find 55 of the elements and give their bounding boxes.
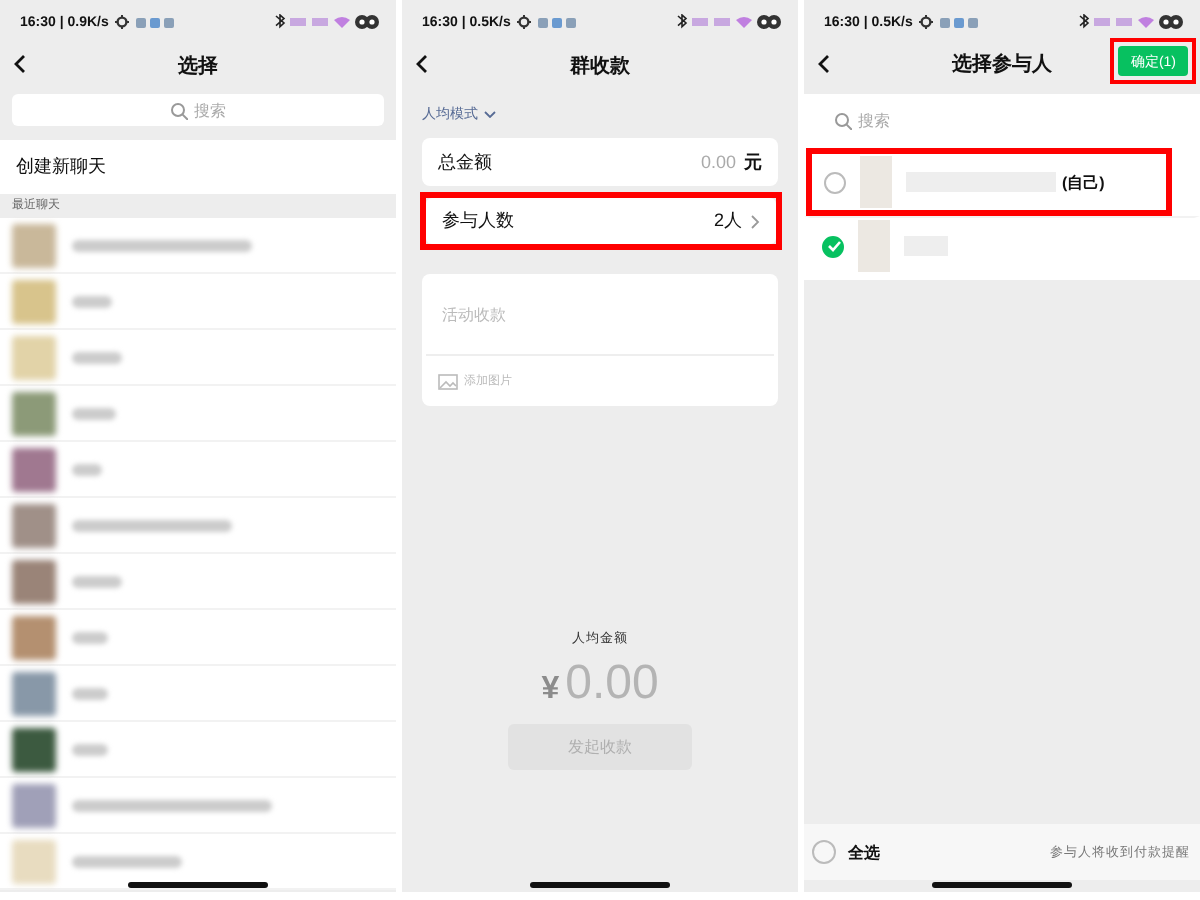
notification-icons-drawing — [940, 15, 979, 29]
blurred-name — [72, 407, 116, 419]
page-title: 选择参与人 — [952, 51, 1052, 78]
avatar-placeholder — [860, 156, 892, 208]
blurred-name — [72, 855, 182, 867]
blurred-name — [72, 575, 122, 587]
chat-item[interactable] — [0, 722, 396, 778]
note-field[interactable]: 活动收款 — [426, 274, 774, 356]
home-indicator — [530, 882, 670, 888]
highlighted-participant-row[interactable]: (自己) — [806, 148, 1172, 216]
chevron-icon — [750, 213, 760, 229]
gear-icon — [516, 14, 533, 30]
radio-button[interactable] — [824, 171, 846, 193]
search-icon — [834, 112, 852, 130]
unit-label: 元 — [744, 149, 762, 175]
new-chat-item[interactable]: 创建新聊天 — [0, 140, 396, 194]
blurred-name — [72, 351, 122, 363]
self-tag: (自己) — [1062, 171, 1105, 193]
status-icons-drawing — [274, 14, 380, 30]
field-label: 总金额 — [438, 149, 492, 175]
back-icon[interactable] — [14, 54, 28, 74]
search-field[interactable]: 搜索 — [12, 94, 384, 126]
home-indicator — [128, 882, 268, 888]
blurred-name — [72, 463, 102, 475]
amount-value: 0.00 — [700, 152, 736, 172]
select-all-label[interactable]: 全选 — [848, 841, 880, 863]
check-icon — [825, 238, 841, 254]
status-icons-drawing — [1078, 14, 1184, 30]
search-icon — [170, 101, 188, 119]
blurred-name — [72, 743, 108, 755]
home-indicator — [932, 882, 1072, 888]
back-icon[interactable] — [818, 54, 832, 74]
chat-item[interactable] — [0, 834, 396, 890]
search-field[interactable]: 搜索 — [804, 94, 1200, 148]
currency-symbol: ¥ — [541, 672, 560, 708]
image-icon — [438, 373, 458, 389]
gear-icon — [114, 14, 131, 30]
checked-radio[interactable] — [822, 235, 844, 257]
radio-button[interactable] — [812, 840, 836, 864]
avatar-placeholder — [858, 220, 890, 272]
gear-icon — [918, 14, 935, 30]
notification-icons-drawing — [136, 15, 175, 29]
blurred-name — [72, 687, 108, 699]
field-label: 参与人数 — [442, 208, 514, 234]
back-icon[interactable] — [416, 54, 430, 74]
blurred-name — [72, 295, 112, 307]
page-title: 群收款 — [570, 53, 630, 80]
per-person-amount: 0.00 — [565, 656, 659, 712]
caret-icon — [484, 110, 496, 118]
page-title: 选择 — [178, 53, 218, 80]
blurred-name — [72, 631, 108, 643]
status-icons-drawing — [676, 14, 782, 30]
notification-icons-drawing — [538, 15, 577, 29]
participants-row[interactable]: 参与人数 2人 — [426, 198, 776, 244]
count-value: 2人 — [713, 208, 742, 234]
